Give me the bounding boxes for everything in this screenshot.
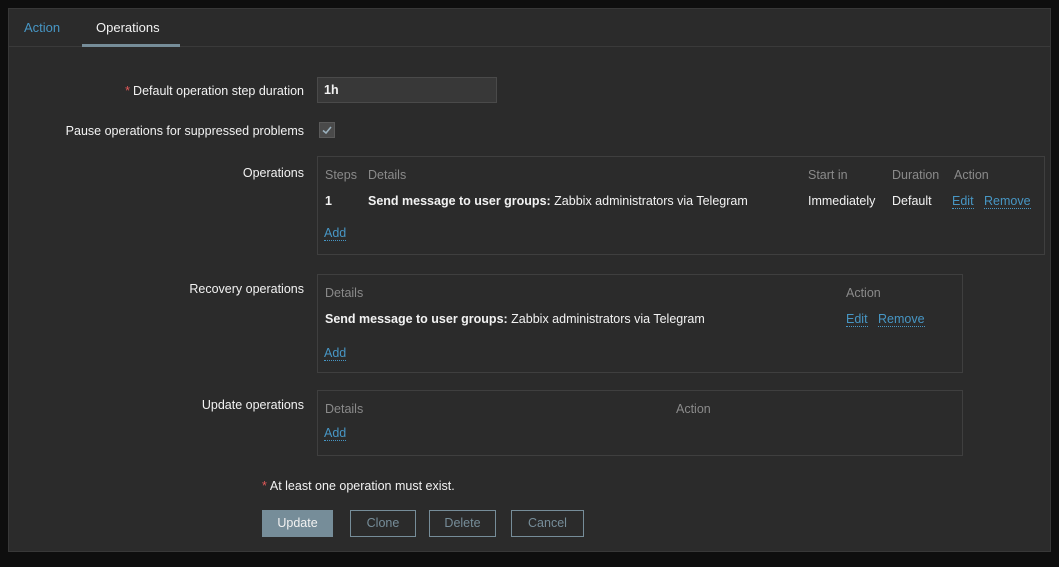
required-mark: *: [262, 479, 267, 493]
tab-bar: Action Operations: [9, 9, 1050, 47]
header-action: Action: [954, 168, 989, 182]
tab-operations[interactable]: Operations: [82, 9, 180, 47]
recovery-edit-link[interactable]: Edit: [846, 312, 868, 327]
operation-duration: Default: [892, 194, 932, 208]
tab-action[interactable]: Action: [24, 9, 74, 46]
recovery-header-details: Details: [325, 286, 364, 300]
step-duration-input[interactable]: 1h: [317, 77, 497, 103]
header-duration: Duration: [892, 168, 940, 182]
header-steps: Steps: [325, 168, 357, 182]
operation-detail-type: Send message to user groups:: [368, 194, 551, 208]
recovery-add-link[interactable]: Add: [324, 346, 347, 361]
update-button[interactable]: Update: [262, 510, 333, 537]
header-details: Details: [368, 168, 407, 182]
operation-add-link[interactable]: Add: [324, 226, 347, 241]
recovery-operations-table: Details Action Send message to user grou…: [317, 274, 963, 373]
pause-suppressed-checkbox[interactable]: [319, 122, 335, 138]
required-note: * At least one operation must exist.: [262, 479, 455, 493]
action-form-panel: Action Operations * Default operation ste…: [8, 8, 1051, 552]
step-duration-label: * Default operation step duration: [125, 84, 304, 98]
operation-step: 1: [325, 194, 332, 208]
pause-suppressed-label: Pause operations for suppressed problems: [65, 124, 304, 138]
update-operations-table: Details Action Add: [317, 390, 963, 456]
operation-start-in: Immediately: [808, 194, 876, 208]
operation-detail-target: Zabbix administrators via Telegram: [554, 194, 748, 208]
operation-detail: Send message to user groups: Zabbix admi…: [368, 194, 748, 208]
update-operations-label: Update operations: [201, 398, 304, 412]
update-add-link[interactable]: Add: [324, 426, 347, 441]
update-header-action: Action: [676, 402, 711, 416]
delete-button[interactable]: Delete: [429, 510, 496, 537]
cancel-button[interactable]: Cancel: [511, 510, 584, 537]
recovery-detail-type: Send message to user groups:: [325, 312, 508, 326]
recovery-remove-link[interactable]: Remove: [878, 312, 925, 327]
recovery-operations-label: Recovery operations: [189, 282, 304, 296]
clone-button[interactable]: Clone: [350, 510, 416, 537]
operations-label: Operations: [242, 166, 304, 180]
recovery-operation-detail: Send message to user groups: Zabbix admi…: [325, 312, 705, 326]
required-note-text: At least one operation must exist.: [269, 479, 455, 493]
recovery-detail-target: Zabbix administrators via Telegram: [511, 312, 705, 326]
recovery-header-action: Action: [846, 286, 881, 300]
required-mark: *: [125, 84, 131, 98]
step-duration-label-text: Default operation step duration: [133, 84, 304, 98]
update-header-details: Details: [325, 402, 364, 416]
header-start-in: Start in: [808, 168, 848, 182]
operations-table: Steps Details Start in Duration Action 1…: [317, 156, 1045, 255]
operation-edit-link[interactable]: Edit: [952, 194, 974, 209]
checkmark-icon: [322, 126, 332, 135]
operation-remove-link[interactable]: Remove: [984, 194, 1031, 209]
